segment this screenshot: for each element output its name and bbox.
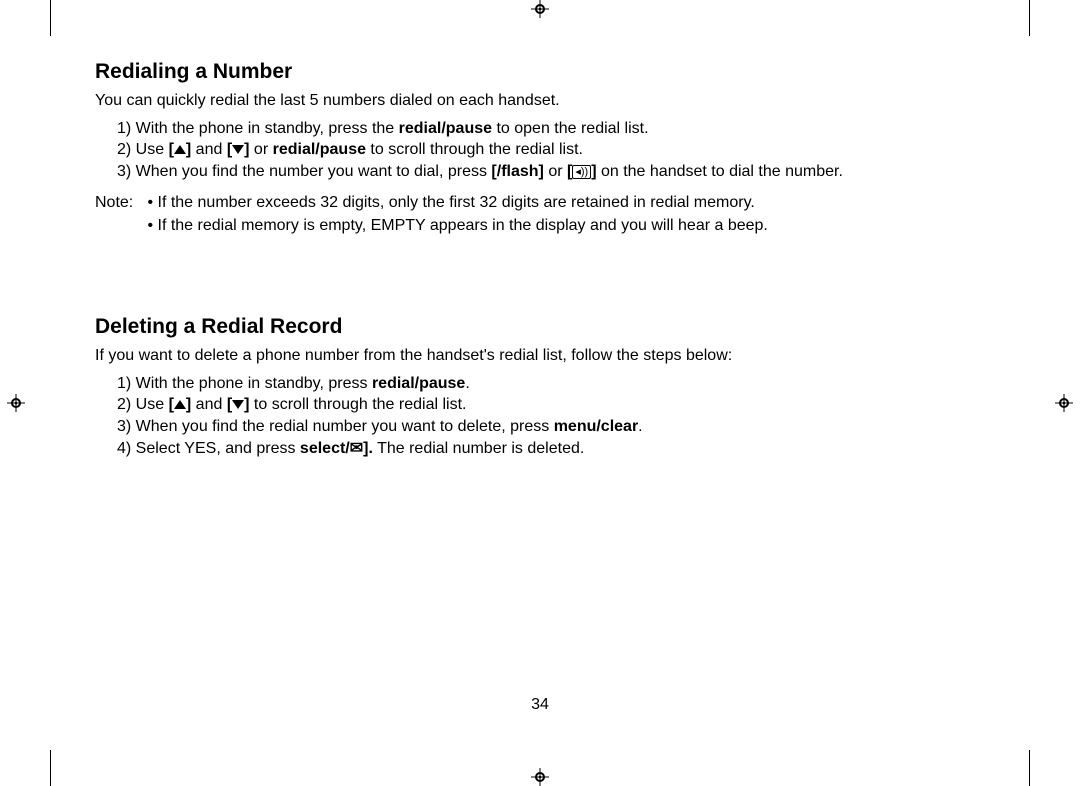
text: on the handset to dial the number. [597,163,843,180]
crop-mark [1029,0,1030,36]
steps-redialing: 1) With the phone in standby, press the … [117,118,985,183]
registration-mark-icon [7,394,25,412]
page-number: 34 [0,696,1080,714]
step-1: 1) With the phone in standby, press redi… [117,373,985,395]
text: 2) Use [117,141,169,158]
flash-label: /flash] [497,163,544,180]
redial-pause-label: redial/pause [273,141,366,158]
steps-deleting: 1) With the phone in standby, press redi… [117,373,985,459]
up-arrow-icon [174,145,186,154]
note-block: Note: • If the number exceeds 32 digits,… [95,192,985,237]
text: or [544,163,567,180]
text: 3) When you find the number you want to … [117,163,491,180]
crop-mark [1029,750,1030,786]
step-2: 2) Use [] and [] or redial/pause to scro… [117,139,985,161]
text: The redial number is deleted. [373,440,584,457]
intro-redialing: You can quickly redial the last 5 number… [95,90,985,112]
text: 1) With the phone in standby, press the [117,120,399,137]
text: to scroll through the redial list. [366,141,583,158]
intro-deleting: If you want to delete a phone number fro… [95,345,985,367]
note-label: Note: [95,192,143,214]
step-3: 3) When you find the redial number you w… [117,416,985,438]
bracket: ]. [363,440,373,457]
text: 2) Use [117,396,169,413]
text: . [465,375,469,392]
step-4: 4) Select YES, and press select/✉]. The … [117,438,985,460]
text: 1) With the phone in standby, press [117,375,372,392]
note-line-1: • If the number exceeds 32 digits, only … [147,194,754,211]
crop-mark [50,750,51,786]
registration-mark-icon [1055,394,1073,412]
registration-mark-icon [531,0,549,18]
text: 3) When you find the redial number you w… [117,418,554,435]
text: to scroll through the redial list. [249,396,466,413]
speaker-icon: ◂)) [572,165,591,179]
redial-pause-label: redial/pause [399,120,492,137]
down-arrow-icon [232,400,244,409]
down-arrow-icon [232,145,244,154]
text: to open the redial list. [492,120,649,137]
menu-clear-label: menu/clear [554,418,638,435]
step-1: 1) With the phone in standby, press the … [117,118,985,140]
step-3: 3) When you find the number you want to … [117,161,985,183]
step-2: 2) Use [] and [] to scroll through the r… [117,394,985,416]
text: 4) Select YES, and press [117,440,300,457]
note-line-2: • If the redial memory is empty, EMPTY a… [147,217,767,234]
page-content: Redialing a Number You can quickly redia… [95,60,985,459]
section-deleting: Deleting a Redial Record If you want to … [95,315,985,459]
up-arrow-icon [174,400,186,409]
crop-mark [50,0,51,36]
mail-icon: ✉ [350,440,363,457]
registration-mark-icon [531,768,549,786]
text: or [249,141,272,158]
text: and [191,396,227,413]
text: and [191,141,227,158]
select-label: select/ [300,440,350,457]
text: . [638,418,642,435]
redial-pause-label: redial/pause [372,375,465,392]
heading-redialing: Redialing a Number [95,60,985,84]
heading-deleting: Deleting a Redial Record [95,315,985,339]
note-body: • If the number exceeds 32 digits, only … [147,192,967,237]
